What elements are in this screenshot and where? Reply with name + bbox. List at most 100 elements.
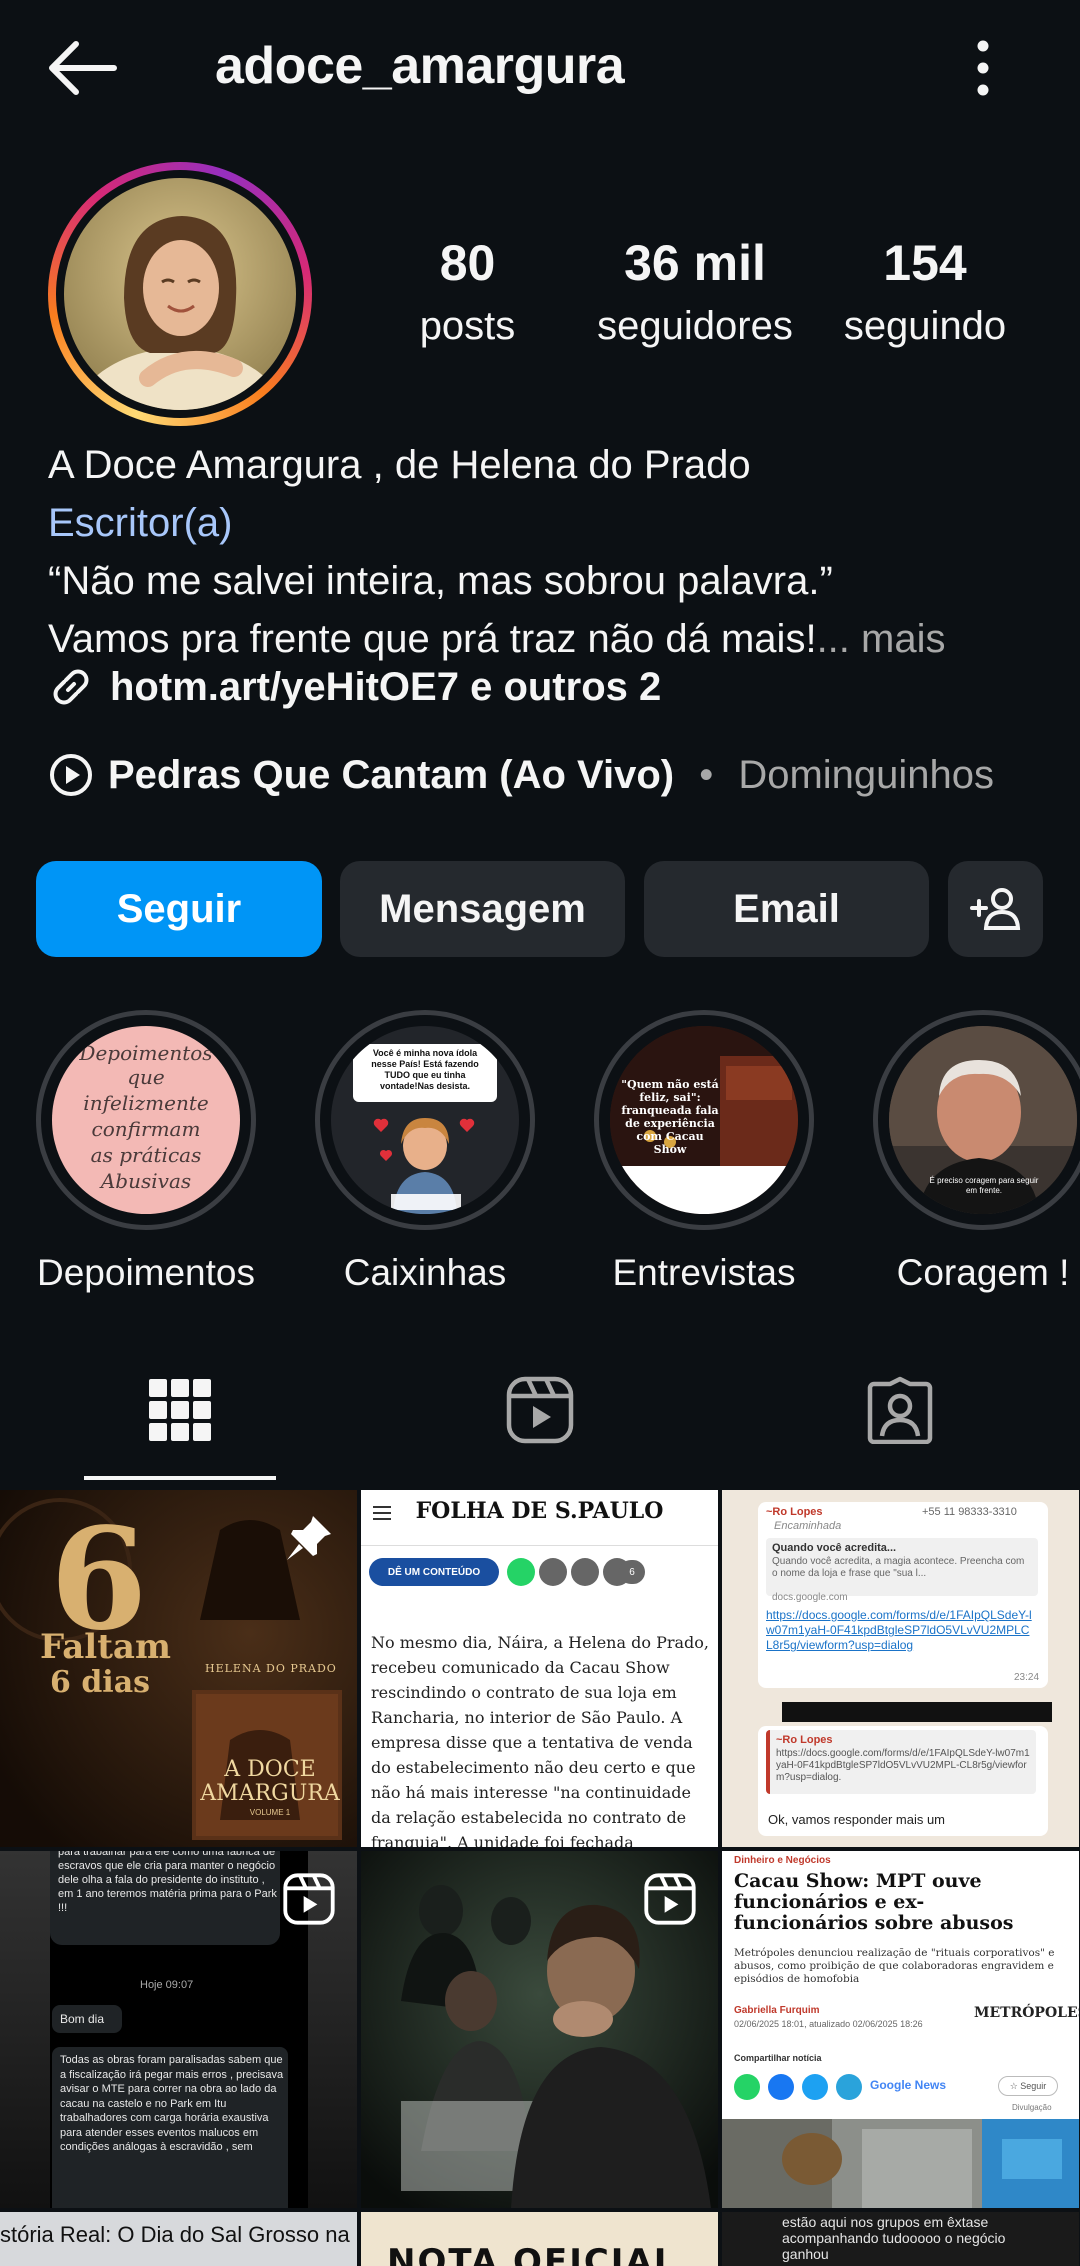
suggest-people-button[interactable] xyxy=(948,861,1043,957)
following-label: seguindo xyxy=(843,304,1007,348)
article-section: Dinheiro e Negócios xyxy=(734,1855,831,1866)
grid-post-4[interactable]: para trabalhar para ele como uma fábrica… xyxy=(0,1851,357,2208)
book-title-line: AMARGURA xyxy=(200,1781,340,1806)
add-person-icon xyxy=(969,888,1020,930)
tab-tagged[interactable] xyxy=(850,1370,950,1450)
back-arrow-icon[interactable] xyxy=(46,38,118,98)
profile-music[interactable]: Pedras Que Cantam (Ao Vivo) • Dominguinh… xyxy=(48,746,994,804)
publisher-brand: METRÓPOLES xyxy=(974,2005,1079,2021)
bio-link[interactable]: hotm.art/yeHitOE7 e outros 2 xyxy=(48,660,661,714)
google-news-link: Google News xyxy=(870,2078,947,2092)
music-separator: • xyxy=(688,752,725,797)
chat-preview-desc: Quando você acredita, a magia acontece. … xyxy=(772,1556,1025,1579)
chat-greeting: Bom dia xyxy=(60,2012,105,2026)
highlight-caixinhas[interactable]: Você é minha nova ídola nesse País! Está… xyxy=(315,1010,535,1294)
grid-post-6[interactable]: Dinheiro e Negócios Cacau Show: MPT ouve… xyxy=(722,1851,1079,2208)
chat-link[interactable]: https://docs.google.com/forms/d/e/1FAIpQ… xyxy=(766,1608,1036,1653)
share-label: Compartilhar notícia xyxy=(734,2053,822,2063)
more-options-icon[interactable] xyxy=(968,40,998,96)
highlight-cover-text: que xyxy=(127,1065,165,1089)
highlight-cover-text: as práticas xyxy=(91,1143,202,1167)
music-song: Pedras Que Cantam (Ao Vivo) xyxy=(108,752,675,797)
highlight-cover-text: confirmam xyxy=(92,1117,201,1141)
chat-reply-sender: ~Ro Lopes xyxy=(776,1734,833,1746)
tab-posts-grid[interactable] xyxy=(130,1370,230,1450)
article-body: No mesmo dia, Náira, a Helena do Prado, … xyxy=(371,1633,709,1847)
article-date: 02/06/2025 18:01, atualizado 02/06/2025 … xyxy=(734,2019,923,2029)
play-circle-icon xyxy=(50,754,92,796)
posts-stat[interactable]: 80 posts xyxy=(400,238,535,346)
chat-reply-message: Ok, vamos responder mais um xyxy=(768,1812,946,1827)
bio-line-2: Vamos pra frente que prá traz não dá mai… xyxy=(48,617,817,661)
bio-line-1: “Não me salvei inteira, mas sobrou palav… xyxy=(48,559,833,603)
top-bar: adoce_amargura xyxy=(0,0,1080,140)
bio: A Doce Amargura , de Helena do Prado Esc… xyxy=(48,436,1048,668)
following-stat[interactable]: 154 seguindo xyxy=(835,238,1015,346)
newspaper-masthead: FOLHA DE S.PAULO xyxy=(415,1498,664,1524)
article-headline: Cacau Show: MPT ouve funcionários e ex-f… xyxy=(734,1870,1014,1934)
highlight-cover-text: infelizmente xyxy=(83,1091,208,1115)
profile-display-name: A Doce Amargura , de Helena do Prado xyxy=(48,443,751,487)
profile-category[interactable]: Escritor(a) xyxy=(48,494,1048,552)
music-artist: Dominguinhos xyxy=(738,752,995,797)
highlight-label: Coragem ! xyxy=(896,1252,1070,1293)
followers-stat[interactable]: 36 mil seguidores xyxy=(585,238,805,346)
pin-icon xyxy=(287,1516,331,1560)
profile-username: adoce_amargura xyxy=(215,37,625,95)
highlight-coragem[interactable]: É preciso coragem para seguir em frente.… xyxy=(873,1010,1080,1294)
grid-post-9[interactable]: estão aqui nos grupos em êxtase acompanh… xyxy=(722,2212,1079,2266)
following-count: 154 xyxy=(883,235,967,291)
highlight-depoimentos[interactable]: Depoimentos que infelizmente confirmam a… xyxy=(36,1010,256,1294)
highlight-cover-text: É preciso coragem para seguir em frente. xyxy=(929,1176,1039,1195)
highlight-ring: É preciso coragem para seguir em frente. xyxy=(873,1010,1080,1230)
tab-reels[interactable] xyxy=(490,1370,590,1450)
book-author: HELENA DO PRADO xyxy=(205,1662,337,1675)
chat-preview-title: Quando você acredita... xyxy=(772,1542,897,1554)
posts-label: posts xyxy=(419,304,516,348)
article-author: Gabriella Furquim xyxy=(734,2005,820,2016)
reel-badge-icon xyxy=(644,1873,696,1925)
reels-icon xyxy=(506,1376,574,1444)
article-dek: Metrópoles denunciou realização de "ritu… xyxy=(734,1947,1055,1985)
chat-sender: ~Ro Lopes xyxy=(766,1506,823,1518)
chat-phone: +55 11 98333-3310 xyxy=(922,1506,1017,1518)
post-caption: stória Real: O Dia do Sal Grosso na xyxy=(0,2222,350,2247)
reel-badge-icon xyxy=(283,1873,335,1925)
highlight-cover-text: Abusivas xyxy=(99,1169,191,1193)
email-button[interactable]: Email xyxy=(644,861,929,957)
chat-date: Hoje 09:07 xyxy=(140,1979,194,1991)
followers-count: 36 mil xyxy=(624,235,766,291)
avatar-story-ring[interactable] xyxy=(48,162,312,426)
follow-news-button: ☆ Seguir xyxy=(998,2076,1058,2096)
grid-post-7[interactable]: stória Real: O Dia do Sal Grosso na xyxy=(0,2212,357,2266)
highlight-label: Caixinhas xyxy=(343,1252,507,1293)
highlight-entrevistas[interactable]: "Quem não está feliz, sai": franqueada f… xyxy=(594,1010,814,1294)
follow-button[interactable]: Seguir xyxy=(36,861,322,957)
countdown-text: Faltam xyxy=(40,1627,171,1667)
grid-post-8[interactable]: NOTA OFICIAL xyxy=(361,2212,718,2266)
bio-more-link[interactable]: ... mais xyxy=(817,617,946,661)
chat-preview-domain: docs.google.com xyxy=(772,1592,848,1603)
tab-active-indicator xyxy=(84,1476,276,1480)
chat-message: para trabalhar para ele como uma fábrica… xyxy=(58,1851,277,1914)
grid-post-5[interactable] xyxy=(361,1851,718,2208)
followers-label: seguidores xyxy=(597,304,793,348)
highlight-label: Depoimentos xyxy=(36,1252,255,1293)
book-title: A DOCE AMARGURA xyxy=(200,1758,340,1806)
post-caption: NOTA OFICIAL xyxy=(387,2242,678,2266)
highlight-cover-text: "Quem não está feliz, sai": franqueada f… xyxy=(621,1078,719,1156)
countdown-text: 6 dias xyxy=(50,1665,151,1700)
comment-count: 6 xyxy=(619,1560,645,1584)
chat-forwarded: Encaminhada xyxy=(774,1520,842,1532)
avatar xyxy=(64,178,296,410)
grid-icon xyxy=(149,1379,211,1441)
highlight-cover-text: Depoimentos xyxy=(78,1041,212,1065)
book-volume: VOLUME 1 xyxy=(249,1808,291,1817)
tagged-icon xyxy=(867,1376,933,1444)
chat-time: 23:24 xyxy=(1014,1672,1040,1683)
grid-post-3[interactable]: ~Ro Lopes +55 11 98333-3310 Encaminhada … xyxy=(722,1490,1079,1847)
grid-post-2[interactable]: FOLHA DE S.PAULO DÊ UM CONTEÚDO 6 No mes… xyxy=(361,1490,718,1847)
chat-reply-link: https://docs.google.com/forms/d/e/1FAIpQ… xyxy=(776,1748,1030,1783)
grid-post-1[interactable]: 6 Faltam 6 dias HELENA DO PRADO A DOCE A… xyxy=(0,1490,357,1847)
message-button[interactable]: Mensagem xyxy=(340,861,625,957)
